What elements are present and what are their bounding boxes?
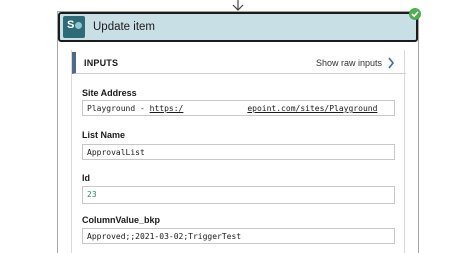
- field-label-id: Id: [82, 173, 90, 183]
- field-label-list-name: List Name: [82, 130, 126, 140]
- field-value-list-name: ApprovalList: [82, 144, 395, 160]
- field-value-columnvalue-bkp: Approved;;2021-03-02;TriggerTest: [82, 228, 395, 244]
- site-address-link-start[interactable]: https:/: [150, 104, 184, 113]
- field-value-id: 23: [82, 186, 395, 204]
- site-address-prefix: Playground -: [87, 104, 150, 113]
- field-value-site-address: Playground - https:/ epoint.com/sites/Pla…: [82, 100, 395, 116]
- action-title: Update item: [93, 21, 156, 33]
- show-raw-inputs-link[interactable]: Show raw inputs: [316, 58, 382, 68]
- inputs-header: INPUTS Show raw inputs: [72, 52, 406, 74]
- action-card-header[interactable]: S Update item: [58, 12, 418, 42]
- field-label-columnvalue-bkp: ColumnValue_bkp: [82, 215, 161, 225]
- inputs-section: INPUTS Show raw inputs Site Address Play…: [71, 50, 406, 253]
- success-check-icon: [409, 8, 421, 20]
- site-address-link-end[interactable]: epoint.com/sites/Playground: [247, 104, 377, 113]
- sharepoint-icon: S: [63, 16, 85, 38]
- inputs-title: INPUTS: [84, 58, 119, 68]
- field-label-site-address: Site Address: [82, 88, 137, 98]
- chevron-right-icon[interactable]: [387, 57, 395, 69]
